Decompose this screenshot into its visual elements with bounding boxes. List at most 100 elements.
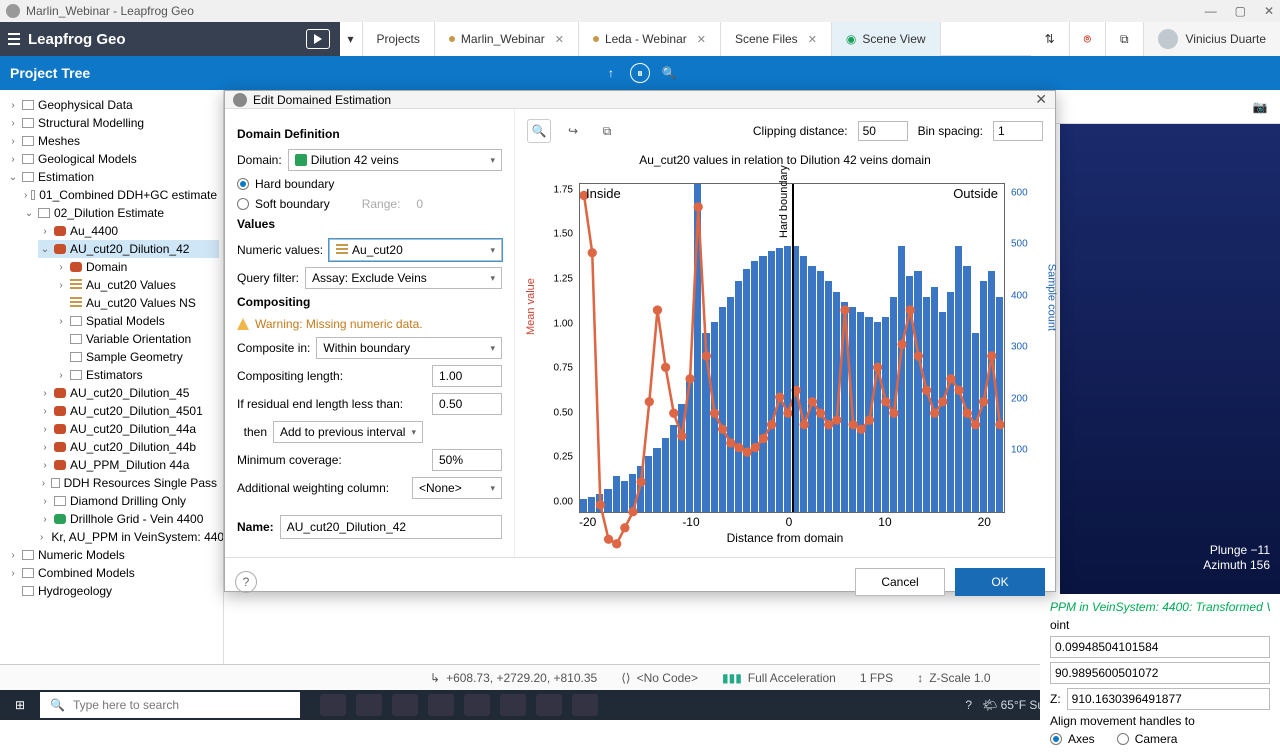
tree-item[interactable]: ›Diamond Drilling Only (38, 492, 219, 510)
y-axis-right-ticks: 100200300400500600 (1007, 183, 1039, 513)
up-arrow-icon[interactable]: ↑ (602, 64, 620, 82)
query-filter-dropdown[interactable]: Assay: Exclude Veins (305, 267, 502, 289)
bin-spacing-input[interactable] (993, 121, 1043, 141)
toolbar-icon-2[interactable]: ⌾ (1070, 22, 1106, 56)
taskbar-app-icon[interactable] (572, 694, 598, 716)
tree-item[interactable]: ›Numeric Models (6, 546, 219, 564)
tree-item[interactable]: ›AU_cut20_Dilution_4501 (38, 402, 219, 420)
menu-icon[interactable] (0, 33, 28, 45)
play-button[interactable] (306, 29, 330, 49)
taskbar-app-icon[interactable] (500, 694, 526, 716)
export-icon[interactable]: ↪ (561, 119, 585, 143)
user-cell[interactable]: Vinicius Duarte (1144, 22, 1280, 56)
min-coverage-input[interactable] (432, 449, 502, 471)
tree-item[interactable]: ⌄02_Dilution Estimate (22, 204, 219, 222)
window-min-button[interactable]: — (1205, 4, 1217, 18)
taskbar-search[interactable]: 🔍 Type here to search (40, 692, 300, 718)
toolbar-icon-1[interactable]: ⇅ (1031, 22, 1070, 56)
hard-boundary-radio[interactable] (237, 178, 249, 190)
tree-item[interactable]: ›AU_PPM_Dilution 44a (38, 456, 219, 474)
tree-item-selected[interactable]: ⌄AU_cut20_Dilution_42 (38, 240, 219, 258)
tree-item[interactable]: ›Geophysical Data (6, 96, 219, 114)
warning-row: Warning: Missing numeric data. (237, 317, 502, 331)
tab-scene-view[interactable]: ◉Scene View (832, 22, 941, 56)
tree-item[interactable]: Au_cut20 Values NS (54, 294, 219, 312)
tree-item[interactable]: ›Domain (54, 258, 219, 276)
project-tree-title: Project Tree (10, 65, 592, 81)
camera-radio[interactable] (1117, 733, 1129, 745)
zoom-icon[interactable]: 🔍 (527, 119, 551, 143)
tree-item[interactable]: ›Geological Models (6, 150, 219, 168)
taskbar-app-icon[interactable] (356, 694, 382, 716)
tree-item[interactable]: ›Structural Modelling (6, 114, 219, 132)
scene-3d-view[interactable]: Plunge −11 Azimuth 156 (1060, 124, 1280, 594)
soft-boundary-radio[interactable] (237, 198, 249, 210)
tree-item[interactable]: ›AU_cut20_Dilution_44b (38, 438, 219, 456)
x-input[interactable] (1050, 636, 1270, 658)
tree-item[interactable]: Hydrogeology (6, 582, 219, 600)
tree-item[interactable]: ›Au_4400 (38, 222, 219, 240)
user-name: Vinicius Duarte (1186, 32, 1266, 46)
tree-item[interactable]: ⌄Estimation (6, 168, 219, 186)
tree-item[interactable]: ›DDH Resources Single Pass (38, 474, 219, 492)
camera-icon[interactable]: 📷 (1248, 95, 1272, 119)
numeric-values-dropdown[interactable]: Au_cut20 (329, 239, 502, 261)
start-button[interactable]: ⊞ (0, 698, 40, 712)
tree-item[interactable]: Variable Orientation (54, 330, 219, 348)
tree-item[interactable]: ›Spatial Models (54, 312, 219, 330)
toolbar-icon-3[interactable]: ⧉ (1106, 22, 1144, 56)
then-action-dropdown[interactable]: Add to previous interval (273, 421, 423, 443)
dialog-form: Domain Definition Domain: Dilution 42 ve… (225, 109, 515, 557)
tree-item[interactable]: ›Combined Models (6, 564, 219, 582)
name-input[interactable] (280, 515, 502, 539)
close-icon[interactable]: ✕ (697, 33, 706, 46)
y-input[interactable] (1050, 662, 1270, 684)
project-tree[interactable]: ›Geophysical Data ›Structural Modelling … (0, 90, 224, 664)
close-icon[interactable]: ✕ (808, 33, 817, 46)
status-zscale[interactable]: Z-Scale 1.0 (929, 671, 990, 685)
tree-item[interactable]: ›AU_cut20_Dilution_44a (38, 420, 219, 438)
z-input[interactable] (1067, 688, 1270, 710)
tab-marlin-webinar[interactable]: Marlin_Webinar✕ (435, 22, 579, 56)
weighting-column-dropdown[interactable]: <None> (412, 477, 502, 499)
axes-radio[interactable] (1050, 733, 1062, 745)
tab-projects[interactable]: Projects (363, 22, 435, 56)
copy-icon[interactable]: ⧉ (595, 119, 619, 143)
close-icon[interactable]: ✕ (555, 33, 564, 46)
inside-label: Inside (586, 186, 621, 201)
search-icon[interactable]: 🔍 (660, 64, 678, 82)
help-button[interactable]: ? (235, 571, 257, 593)
domain-dropdown[interactable]: Dilution 42 veins (288, 149, 502, 171)
taskbar-app-icon[interactable] (320, 694, 346, 716)
tree-item[interactable]: Sample Geometry (54, 348, 219, 366)
pause-icon[interactable]: ⏸ (630, 63, 650, 83)
taskbar-app-icon[interactable] (536, 694, 562, 716)
taskbar-app-icon[interactable] (464, 694, 490, 716)
tree-item[interactable]: ›Estimators (54, 366, 219, 384)
chart-area[interactable]: Mean value Sample count 0.000.250.500.75… (527, 171, 1043, 547)
dialog-title: Edit Domained Estimation (253, 93, 391, 107)
residual-length-input[interactable] (432, 393, 502, 415)
compositing-length-input[interactable] (432, 365, 502, 387)
tab-leda-webinar[interactable]: Leda - Webinar✕ (579, 22, 721, 56)
help-icon[interactable]: ? (965, 698, 972, 712)
clipping-distance-input[interactable] (858, 121, 908, 141)
section-domain-def: Domain Definition (237, 127, 502, 141)
tree-item[interactable]: ›Drillhole Grid - Vein 4400 (38, 510, 219, 528)
dialog-titlebar[interactable]: Edit Domained Estimation ✕ (225, 91, 1055, 109)
tree-item[interactable]: ›Kr, AU_PPM in VeinSystem: 4400 (38, 528, 219, 546)
chevron-down-icon[interactable]: ▾ (340, 22, 363, 56)
tree-item[interactable]: ›Meshes (6, 132, 219, 150)
window-max-button[interactable]: ▢ (1235, 4, 1246, 18)
tree-item[interactable]: ›01_Combined DDH+GC estimate (22, 186, 219, 204)
tree-item[interactable]: ›Au_cut20 Values (54, 276, 219, 294)
dialog-close-button[interactable]: ✕ (1035, 91, 1047, 108)
app-icon (6, 4, 20, 18)
composite-in-dropdown[interactable]: Within boundary (316, 337, 502, 359)
taskbar-app-icon[interactable] (428, 694, 454, 716)
window-close-button[interactable]: ✕ (1264, 4, 1274, 18)
taskbar-app-icon[interactable] (392, 694, 418, 716)
tab-scene-files[interactable]: Scene Files✕ (721, 22, 832, 56)
warning-icon (237, 318, 249, 330)
tree-item[interactable]: ›AU_cut20_Dilution_45 (38, 384, 219, 402)
